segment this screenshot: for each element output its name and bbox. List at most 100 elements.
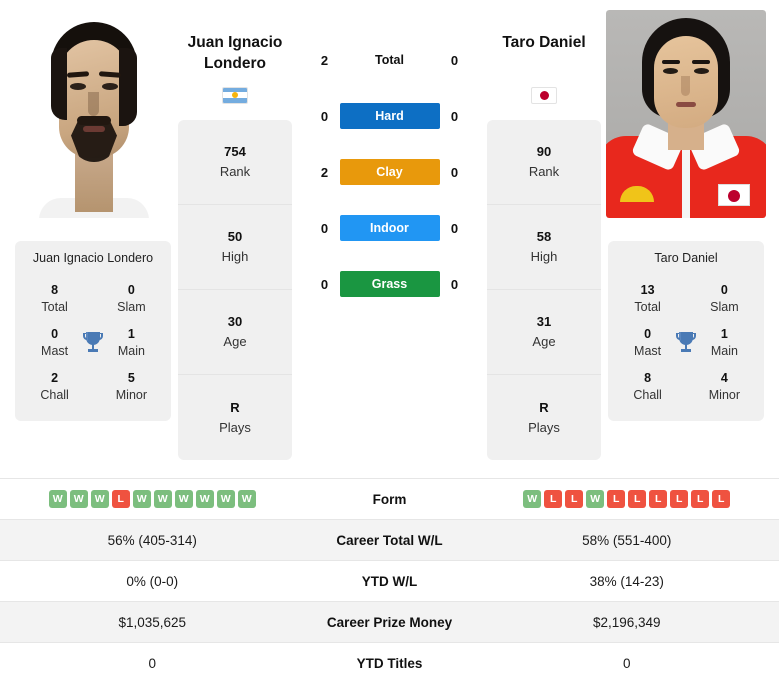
head-to-head-column: 2 Total 0 0 Hard 0 2 Clay 0 0 Indoor 0 0 (294, 10, 485, 312)
right-form-badge: W (523, 490, 542, 508)
left-titles-main-value: 1 (127, 327, 135, 341)
left-titles-slam-label: Slam (117, 300, 146, 314)
left-titles-total-value: 8 (51, 283, 59, 297)
left-stat-rank: 754 Rank (178, 120, 292, 205)
left-titles-row-chall-minor: 2 Chall 5 Minor (21, 365, 165, 409)
right-stat-plays-label: Plays (528, 419, 560, 435)
left-stat-high: 50 High (178, 205, 292, 290)
right-form-cell: WLLWLLLLLL (475, 490, 779, 508)
left-titles-mast-value: 0 (51, 327, 59, 341)
right-titles-chall: 8 Chall (622, 370, 673, 404)
h2h-total-left-value: 2 (320, 52, 329, 68)
left-titles-mast-label: Mast (41, 344, 69, 358)
right-ytd-titles: 0 (622, 655, 631, 671)
left-titles-minor-value: 5 (127, 371, 135, 385)
left-stat-age-value: 30 (227, 314, 243, 329)
h2h-row-grass: 0 Grass 0 (307, 256, 473, 312)
left-player-photo (13, 10, 173, 218)
h2h-grass-label[interactable]: Grass (339, 271, 440, 297)
right-stat-plays-value: R (539, 399, 549, 415)
right-player-flag-wrap (531, 80, 557, 110)
left-titles-slam-value: 0 (127, 283, 135, 297)
right-player-titles-box: Taro Daniel 13 Total 0 Slam 0 Mast 1 Mai… (608, 241, 764, 421)
h2h-row-hard: 0 Hard 0 (307, 88, 473, 144)
left-titles-heading: Juan Ignacio Londero (32, 251, 154, 265)
left-titles-main-label: Main (117, 344, 145, 358)
table-row-ytd-titles: 0 YTD Titles 0 (0, 642, 779, 683)
left-stat-plays-label: Plays (219, 419, 251, 435)
trophy-icon (673, 329, 699, 357)
h2h-hard-label[interactable]: Hard (339, 103, 440, 129)
left-ytd-titles: 0 (148, 655, 156, 671)
h2h-total-right-value: 0 (450, 52, 459, 68)
right-titles-minor-label: Minor (708, 388, 741, 402)
right-form-badge: L (670, 490, 689, 508)
left-titles-row-mast-main: 0 Mast 1 Main (21, 321, 165, 365)
right-stat-high-label: High (530, 249, 558, 264)
left-titles-minor-label: Minor (115, 388, 148, 402)
right-titles-main: 1 Main (699, 326, 750, 360)
left-ytd-wl: 0% (0-0) (126, 573, 179, 589)
h2h-indoor-right-value: 0 (450, 220, 459, 236)
h2h-indoor-left-value: 0 (320, 220, 329, 236)
right-titles-main-value: 1 (720, 327, 728, 341)
right-stat-rank: 90 Rank (487, 120, 601, 205)
h2h-clay-right-value: 0 (450, 164, 459, 180)
right-form-badge: L (691, 490, 710, 508)
h2h-clay-label[interactable]: Clay (339, 159, 440, 185)
left-stat-high-label: High (221, 249, 249, 264)
h2h-row-total: 2 Total 0 (307, 32, 473, 88)
table-label-ytd-wl: YTD W/L (361, 573, 418, 589)
table-row-ytd-wl: 0% (0-0) YTD W/L 38% (14-23) (0, 560, 779, 601)
right-player-name[interactable]: Taro Daniel (502, 32, 585, 74)
comparison-header: Juan Ignacio Londero 8 Total 0 Slam 0 Ma… (0, 0, 779, 478)
left-form-badge: W (195, 490, 214, 508)
comparison-table: WWWLWWWWWW Form WLLWLLLLLL 56% (405-314)… (0, 478, 779, 683)
right-stat-rank-label: Rank (528, 164, 560, 179)
left-player-name-line1: Juan Ignacio (187, 34, 283, 51)
right-career-total-wl: 58% (551-400) (582, 532, 672, 548)
left-player-column: Juan Ignacio Londero 8 Total 0 Slam 0 Ma… (10, 10, 176, 421)
left-career-prize-money: $1,035,625 (118, 614, 187, 630)
right-player-portrait-image (606, 10, 766, 218)
right-player-photo (606, 10, 766, 218)
right-stat-high: 58 High (487, 205, 601, 290)
right-stat-plays: R Plays (487, 375, 601, 460)
h2h-hard-left-value: 0 (320, 108, 329, 124)
left-form-strip: WWWLWWWWWW (48, 490, 256, 508)
left-stat-age-label: Age (223, 334, 247, 349)
left-form-badge: W (90, 490, 109, 508)
left-titles-slam: 0 Slam (106, 282, 157, 316)
right-titles-mast-label: Mast (634, 344, 662, 358)
left-stat-plays-value: R (230, 399, 240, 415)
right-form-badge: L (565, 490, 584, 508)
right-player-info-column: Taro Daniel 90 Rank 58 High 31 Age R Pla… (485, 10, 603, 460)
right-titles-heading: Taro Daniel (654, 251, 718, 265)
h2h-hard-right-value: 0 (450, 108, 459, 124)
left-form-cell: WWWLWWWWWW (0, 490, 305, 508)
left-stat-age: 30 Age (178, 290, 292, 375)
right-titles-slam-value: 0 (720, 283, 728, 297)
right-titles-mast-value: 0 (644, 327, 652, 341)
right-titles-mast: 0 Mast (622, 326, 673, 360)
left-titles-chall-value: 2 (51, 371, 59, 385)
table-row-career-prize-money: $1,035,625 Career Prize Money $2,196,349 (0, 601, 779, 642)
left-titles-row-total-slam: 8 Total 0 Slam (21, 277, 165, 321)
h2h-total-label: Total (375, 53, 404, 67)
table-row-career-total-wl: 56% (405-314) Career Total W/L 58% (551-… (0, 519, 779, 560)
right-titles-total-value: 13 (640, 283, 655, 297)
right-titles-total-label: Total (634, 300, 661, 314)
h2h-row-indoor: 0 Indoor 0 (307, 200, 473, 256)
h2h-row-clay: 2 Clay 0 (307, 144, 473, 200)
left-titles-minor: 5 Minor (106, 370, 157, 404)
left-player-flag-wrap (222, 80, 248, 110)
left-form-badge: W (69, 490, 88, 508)
right-stat-age: 31 Age (487, 290, 601, 375)
right-stat-age-value: 31 (536, 314, 552, 329)
left-career-total-wl: 56% (405-314) (107, 532, 197, 548)
h2h-indoor-label[interactable]: Indoor (339, 215, 440, 241)
left-player-name[interactable]: Juan Ignacio Londero (188, 32, 283, 74)
left-player-portrait-image (13, 10, 173, 218)
